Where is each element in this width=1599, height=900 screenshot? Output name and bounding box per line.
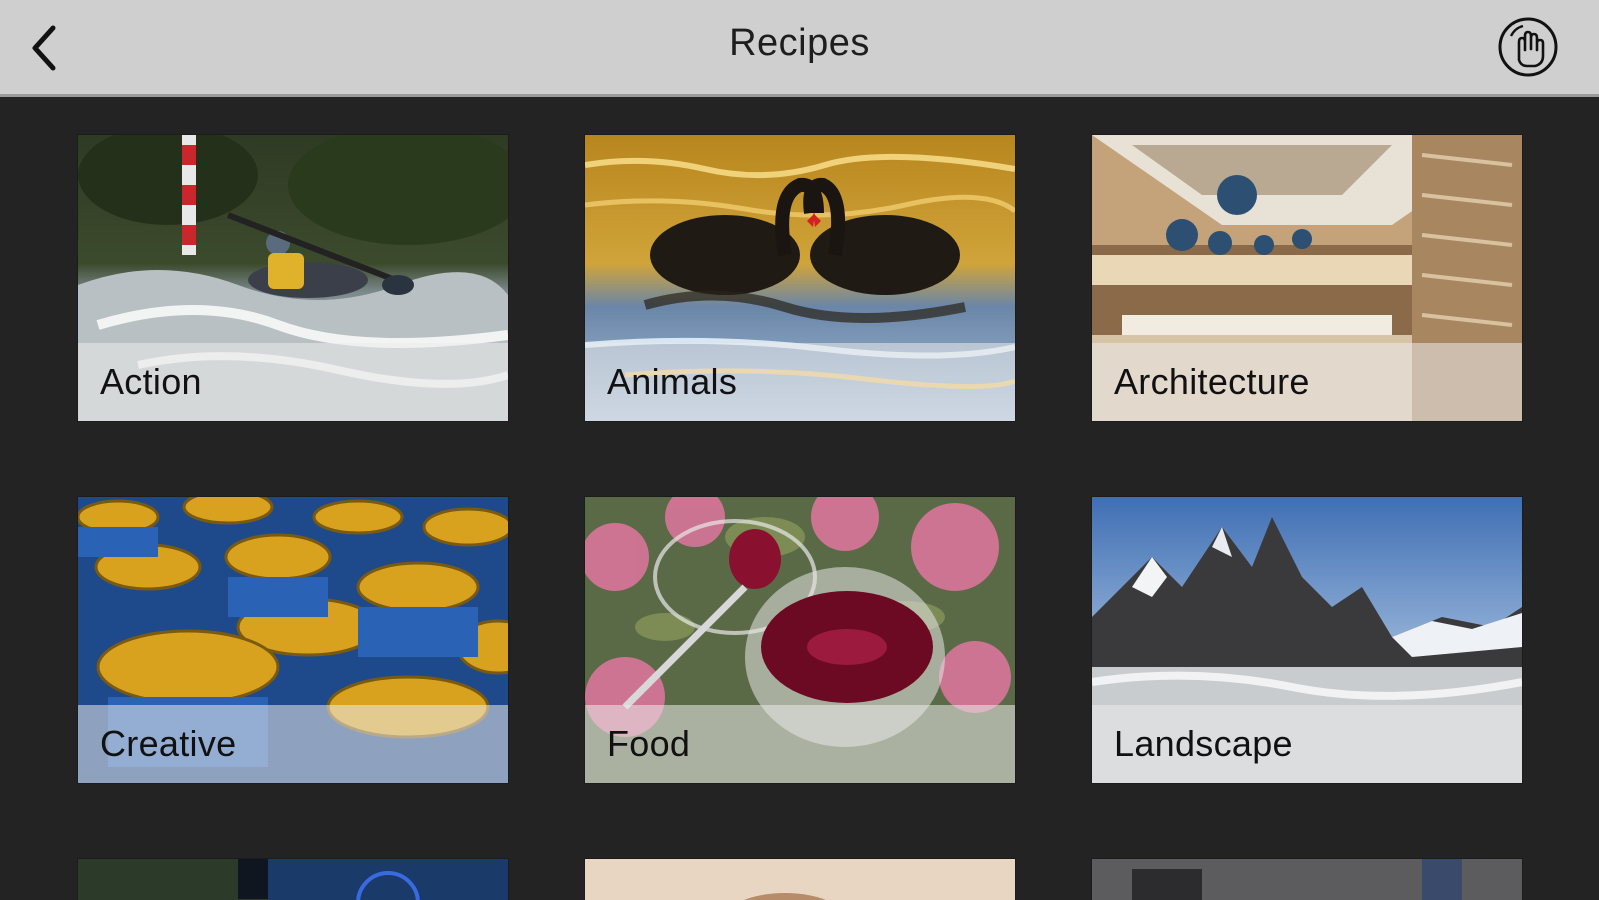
touch-help-button[interactable]: [1497, 16, 1559, 78]
recipe-card-action[interactable]: Action: [78, 135, 508, 421]
recipe-label: Animals: [607, 361, 738, 402]
recipe-label: Food: [607, 723, 691, 764]
hand-touch-icon: [1498, 17, 1558, 77]
recipe-card-food[interactable]: Food: [585, 497, 1015, 783]
recipe-card-animals[interactable]: Animals: [585, 135, 1015, 421]
recipe-card-partial[interactable]: [1092, 859, 1522, 900]
recipe-label: Landscape: [1114, 723, 1293, 764]
partial-thumbnail: [585, 859, 1015, 900]
recipes-screen: Recipes Action Animals Architecture Crea…: [0, 0, 1599, 900]
recipe-card-partial[interactable]: [78, 859, 508, 900]
partial-thumbnail: [78, 859, 508, 900]
recipe-card-landscape[interactable]: Landscape: [1092, 497, 1522, 783]
top-bar: Recipes: [0, 0, 1599, 97]
recipe-label: Creative: [100, 723, 237, 764]
page-title: Recipes: [729, 22, 870, 64]
recipe-card-creative[interactable]: Creative: [78, 497, 508, 783]
recipe-grid: Action Animals Architecture Creative Foo…: [0, 97, 1599, 900]
recipe-card-partial[interactable]: [585, 859, 1015, 900]
recipe-card-architecture[interactable]: Architecture: [1092, 135, 1522, 421]
recipe-label: Action: [100, 361, 202, 402]
partial-thumbnail: [1092, 859, 1522, 900]
recipe-label: Architecture: [1114, 361, 1310, 402]
